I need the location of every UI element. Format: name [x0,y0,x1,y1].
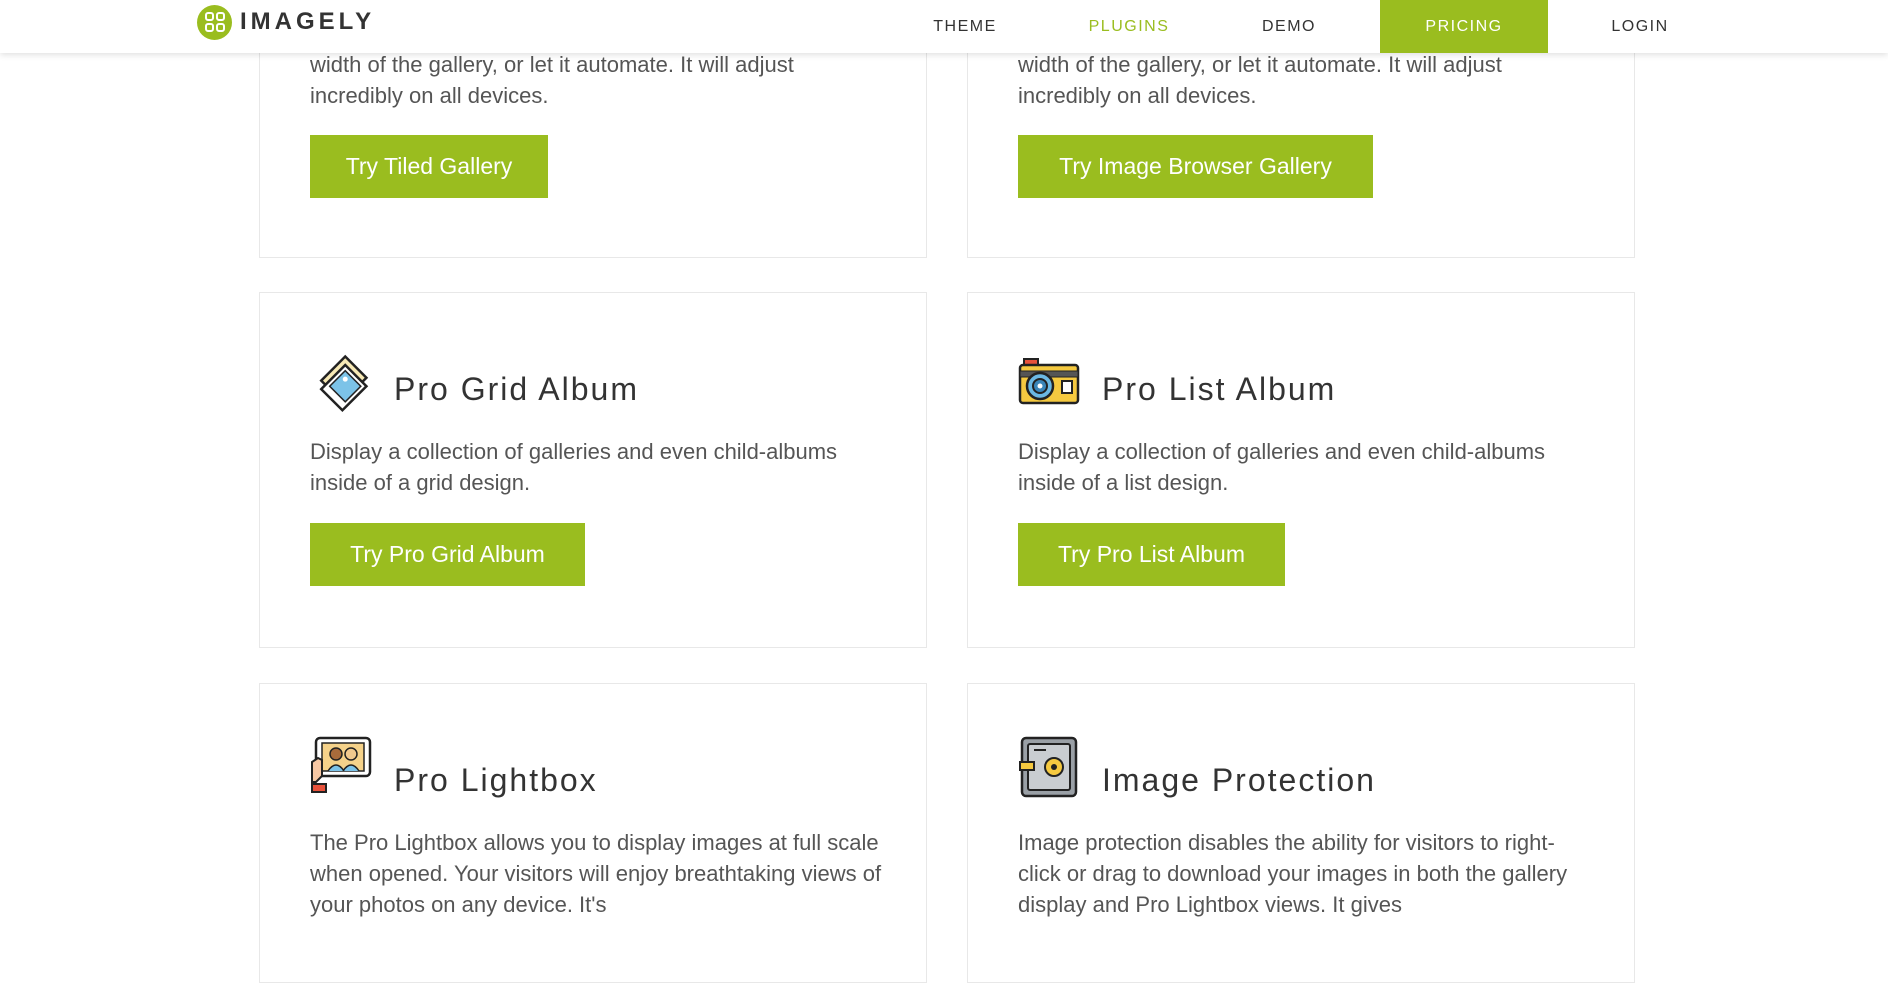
tablet-photo-icon [311,736,372,793]
card-pro-grid-album: Pro Grid Album Display a collection of g… [259,292,927,648]
logo-grid-icon [197,4,232,40]
nav-pricing[interactable]: PRICING [1380,0,1548,53]
card-description: width of the gallery, or let it automate… [310,52,794,108]
card-title: Image Protection [1102,762,1376,798]
imagely-logo[interactable]: IMAGELY [197,4,375,40]
site-header: IMAGELY THEME PLUGINS DEMO PRICING LOGIN [0,0,1888,53]
safe-icon [1019,736,1078,798]
card-title: Pro Grid Album [394,371,639,407]
nav-demo[interactable]: DEMO [1250,0,1328,53]
nav-plugins[interactable]: PLUGINS [1077,0,1181,53]
card-description: Display a collection of galleries and ev… [1018,439,1546,495]
card-image-protection: Image Protection Image protection disabl… [967,683,1635,983]
try-pro-list-album-button[interactable]: Try Pro List Album [1018,523,1285,586]
logo-text: IMAGELY [240,8,376,35]
try-pro-grid-album-button[interactable]: Try Pro Grid Album [310,523,585,586]
try-image-browser-gallery-button[interactable]: Try Image Browser Gallery [1018,135,1373,198]
card-title: Pro List Album [1102,371,1337,407]
card-description: Image protection disables the ability fo… [1018,830,1568,917]
card-pro-lightbox: Pro Lightbox The Pro Lightbox allows you… [259,683,927,983]
photo-stack-icon [319,354,369,413]
card-pro-list-album: Pro List Album Display a collection of g… [967,292,1635,648]
card-title: Pro Lightbox [394,762,598,798]
card-description: width of the gallery, or let it automate… [1018,52,1502,108]
card-description: The Pro Lightbox allows you to display i… [310,830,882,917]
camera-icon [1018,358,1080,405]
nav-theme[interactable]: THEME [920,0,1010,53]
nav-login[interactable]: LOGIN [1600,0,1680,53]
try-tiled-gallery-button[interactable]: Try Tiled Gallery [310,135,548,198]
card-description: Display a collection of galleries and ev… [310,439,838,495]
